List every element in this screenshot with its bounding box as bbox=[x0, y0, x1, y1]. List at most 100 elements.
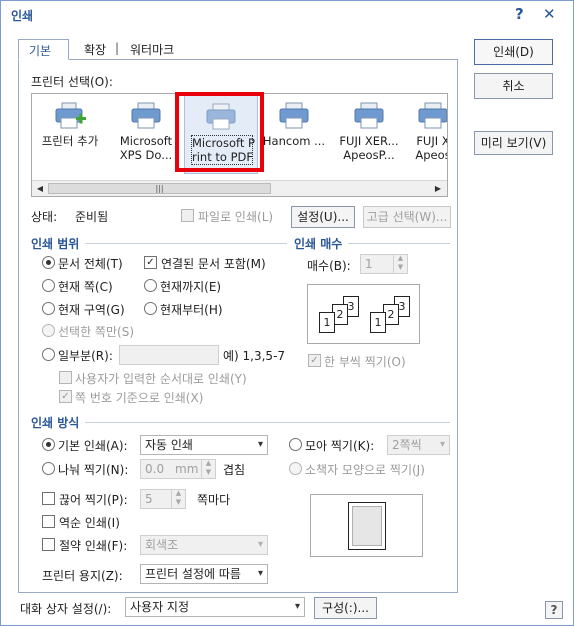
paper-label: 프린터 용지(Z): bbox=[42, 569, 123, 583]
cancel-button[interactable]: 취소 bbox=[474, 73, 553, 99]
save-print-select[interactable]: 회색조 bbox=[140, 535, 268, 555]
print-button[interactable]: 인쇄(D) bbox=[474, 39, 553, 65]
status-label: 상태: bbox=[31, 210, 58, 224]
settings-button[interactable]: 설정(U)... bbox=[291, 206, 355, 228]
printer-item-hancom[interactable]: Hancom ... bbox=[258, 94, 330, 174]
paper-select[interactable]: 프린터 설정에 따름 bbox=[140, 564, 268, 584]
help-icon[interactable]: ? bbox=[515, 5, 524, 23]
range-from-current-label: 현재부터(H) bbox=[160, 303, 223, 317]
tab-strip: 기본 확장 | 워터마크 bbox=[18, 39, 458, 60]
divider bbox=[31, 422, 450, 423]
user-order-label: 사용자가 입력한 순서대로 인쇄(Y) bbox=[75, 372, 247, 386]
close-icon[interactable]: ✕ bbox=[543, 5, 556, 23]
scroll-right-icon[interactable]: ▶ bbox=[431, 182, 445, 195]
split-print-stepper[interactable]: 0.0 mm ▲ ▼ bbox=[140, 459, 216, 479]
basic-print-select[interactable]: 자동 인쇄 bbox=[140, 435, 268, 455]
preview-page-outline bbox=[348, 502, 386, 550]
range-all-label: 문서 전체(T) bbox=[58, 257, 123, 271]
cut-print-checkbox[interactable] bbox=[42, 492, 55, 505]
spin-arrows-icon[interactable]: ▲ ▼ bbox=[171, 490, 185, 508]
basic-print-radio[interactable] bbox=[42, 438, 55, 451]
cut-print-value: 5 bbox=[145, 492, 153, 506]
tab-watermark[interactable]: 워터마크 bbox=[120, 39, 184, 59]
title-bar: 인쇄 ? ✕ bbox=[1, 1, 573, 29]
printer-name: FUJI XER... ApeosP... bbox=[339, 134, 399, 162]
page-number-order-checkbox[interactable]: ✓ bbox=[59, 390, 72, 403]
scroll-thumb[interactable]: ||| bbox=[48, 183, 271, 194]
range-selected-label: 선택한 쪽만(S) bbox=[58, 325, 134, 339]
horizontal-scrollbar[interactable]: ◀ ||| ▶ bbox=[32, 180, 447, 196]
copies-label: 매수(B): bbox=[307, 259, 351, 273]
dialog-settings-label: 대화 상자 설정(/): bbox=[20, 602, 112, 616]
cut-print-label: 끊어 찍기(P): bbox=[59, 493, 128, 507]
printer-name: Hancom ... bbox=[262, 134, 326, 148]
user-order-checkbox[interactable] bbox=[59, 371, 72, 384]
save-print-label: 절약 인쇄(F): bbox=[59, 539, 128, 553]
partial-example-text: 예) 1,3,5-7 bbox=[223, 349, 286, 363]
page-number-order-label: 쪽 번호 기준으로 인쇄(X) bbox=[75, 391, 204, 405]
range-all-radio[interactable] bbox=[42, 256, 55, 269]
printer-item-fuji-2[interactable]: FUJI X Apeos bbox=[408, 94, 448, 174]
collate-checkbox[interactable]: ✓ bbox=[308, 354, 321, 367]
printer-select-label: 프린터 선택(O): bbox=[31, 75, 113, 89]
printer-item-fuji-1[interactable]: FUJI XER... ApeosP... bbox=[332, 94, 406, 174]
include-linked-label: 연결된 문서 포함(M) bbox=[161, 257, 266, 271]
print-method-title: 인쇄 방식 bbox=[31, 414, 86, 431]
printer-item-add[interactable]: 프린터 추가 bbox=[34, 94, 106, 174]
print-dialog: 인쇄 ? ✕ 기본 확장 | 워터마크 프린터 선택(O): 프린터 추가 Mi… bbox=[0, 0, 574, 626]
dialog-settings-value: 사용자 지정 bbox=[130, 600, 190, 614]
help-button-icon[interactable]: ? bbox=[545, 601, 563, 619]
tab-extended[interactable]: 확장 bbox=[74, 39, 116, 59]
printer-name: FUJI X Apeos bbox=[415, 134, 448, 162]
preview-print-area bbox=[352, 506, 382, 546]
range-partial-label: 일부분(R): bbox=[58, 349, 113, 363]
printer-icon bbox=[418, 102, 447, 129]
split-print-radio[interactable] bbox=[42, 462, 55, 475]
advanced-button[interactable]: 고급 선택(W)... bbox=[363, 206, 451, 228]
dialog-settings-select[interactable]: 사용자 지정 bbox=[125, 597, 305, 617]
spin-arrows-icon[interactable]: ▲ ▼ bbox=[393, 255, 407, 273]
collate-label: 한 부씩 찍기(O) bbox=[324, 355, 406, 369]
print-to-file-checkbox[interactable] bbox=[181, 209, 194, 222]
reverse-print-checkbox[interactable] bbox=[42, 515, 55, 528]
print-range-title: 인쇄 범위 bbox=[31, 235, 86, 252]
range-from-current-radio[interactable] bbox=[144, 302, 157, 315]
collect-print-value: 2쪽씩 bbox=[392, 438, 422, 452]
status-value: 준비됨 bbox=[75, 210, 109, 224]
printer-item-xps[interactable]: Microsoft XPS Do... bbox=[110, 94, 182, 174]
config-button[interactable]: 구성(:)... bbox=[314, 597, 377, 619]
printer-icon bbox=[279, 102, 309, 129]
split-print-label: 나눠 찍기(N): bbox=[58, 463, 129, 477]
reverse-print-label: 역순 인쇄(I) bbox=[59, 516, 120, 530]
printer-icon bbox=[354, 102, 384, 129]
copies-value: 1 bbox=[365, 257, 373, 271]
partial-range-input[interactable] bbox=[119, 345, 219, 365]
tab-separator: | bbox=[115, 41, 120, 55]
collect-print-select[interactable]: 2쪽씩 bbox=[387, 435, 450, 455]
range-current-section-label: 현재 구역(G) bbox=[58, 303, 125, 317]
collect-print-radio[interactable] bbox=[289, 438, 302, 451]
preview-button[interactable]: 미리 보기(V) bbox=[474, 131, 553, 155]
booklet-radio[interactable] bbox=[289, 462, 302, 475]
page-preview bbox=[310, 494, 423, 557]
paper-value: 프린터 설정에 따름 bbox=[145, 567, 241, 581]
range-up-to-current-radio[interactable] bbox=[144, 279, 157, 292]
range-partial-radio[interactable] bbox=[42, 348, 55, 361]
include-linked-checkbox[interactable]: ✓ bbox=[144, 256, 157, 269]
spin-arrows-icon[interactable]: ▲ ▼ bbox=[201, 460, 215, 478]
selection-highlight bbox=[175, 92, 264, 172]
booklet-label: 소책자 모양으로 찍기(J) bbox=[305, 463, 425, 477]
scroll-left-icon[interactable]: ◀ bbox=[33, 182, 47, 195]
printer-name: Microsoft XPS Do... bbox=[119, 134, 173, 162]
copies-title: 인쇄 매수 bbox=[294, 235, 349, 252]
copies-stepper[interactable]: 1 ▲ ▼ bbox=[360, 254, 408, 274]
range-current-section-radio[interactable] bbox=[42, 302, 55, 315]
preview-page-1: 1 bbox=[319, 312, 335, 333]
printer-icon bbox=[131, 102, 161, 129]
cut-print-stepper[interactable]: 5 ▲ ▼ bbox=[140, 489, 186, 509]
split-unit: mm bbox=[175, 462, 199, 476]
range-current-page-radio[interactable] bbox=[42, 279, 55, 292]
save-print-checkbox[interactable] bbox=[42, 538, 55, 551]
range-selected-radio[interactable] bbox=[42, 324, 55, 337]
tab-basic[interactable]: 기본 bbox=[18, 39, 69, 60]
